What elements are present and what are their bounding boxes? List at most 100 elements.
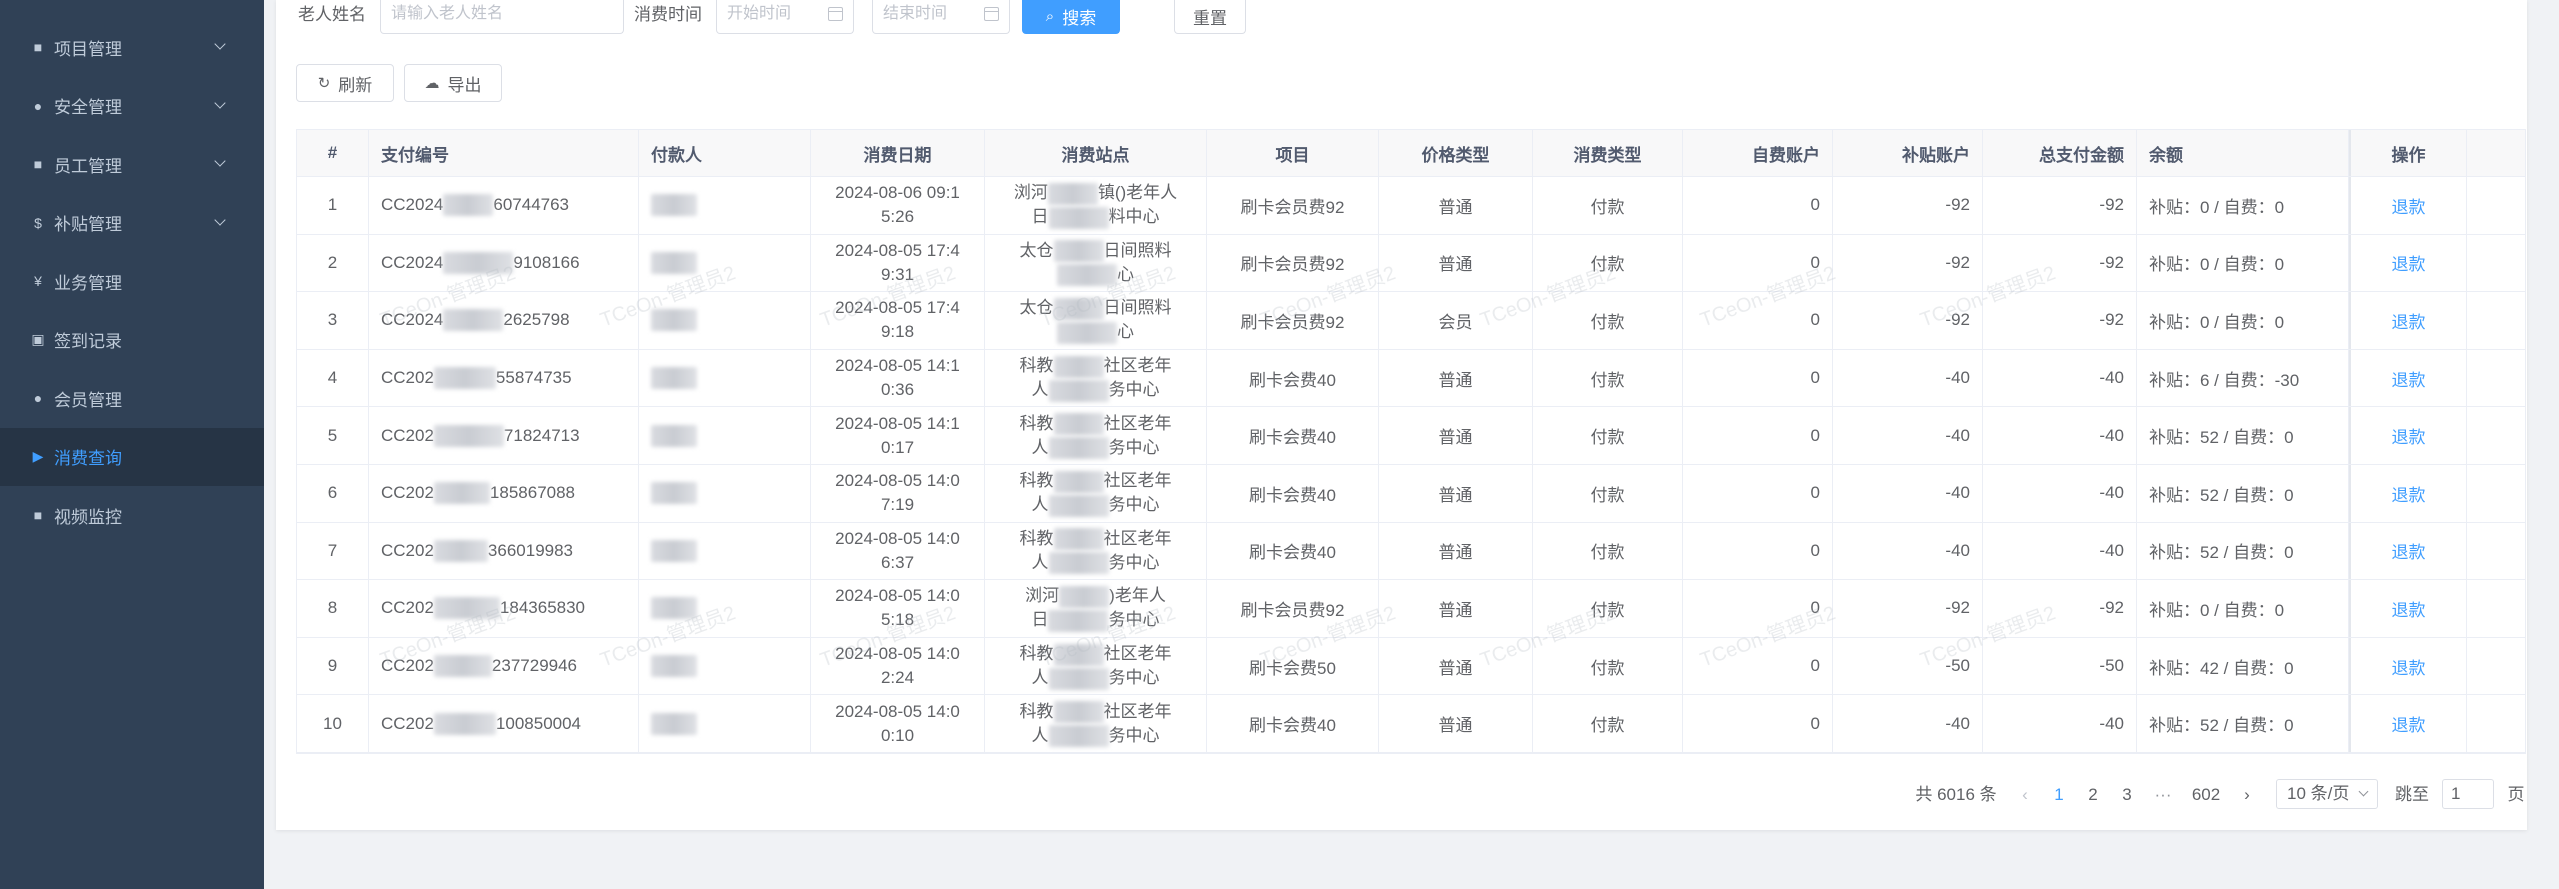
redacted-text — [1048, 609, 1109, 632]
redacted-text — [433, 482, 490, 505]
payer — [639, 695, 811, 752]
page-3[interactable]: 3 — [2112, 780, 2142, 810]
sidebar-item[interactable]: ▶ 消费查询 — [0, 427, 264, 486]
operation-cell: 退款 — [2349, 177, 2467, 234]
payment-id-suffix: 100850004 — [495, 713, 582, 733]
start-date-picker[interactable]: 开始时间 — [716, 0, 854, 34]
consume-site: 太仓 日间照料心 — [985, 292, 1207, 349]
refund-link[interactable]: 退款 — [2392, 596, 2426, 621]
page-last[interactable]: 602 — [2186, 780, 2226, 810]
column-header: 补贴账户 — [1833, 130, 1983, 176]
main-panel: 老人姓名 消费时间 开始时间 结束时间 ⌕ 搜索 重置 ↻ 刷新 ☁ 导出 #支… — [276, 0, 2527, 830]
sidebar-item[interactable]: ¥ 业务管理 — [0, 252, 264, 310]
sidebar-item[interactable]: ● 会员管理 — [0, 369, 264, 427]
price-type: 普通 — [1379, 349, 1533, 407]
pagination-total: 共 6016 条 — [1915, 785, 1997, 804]
balance: 补贴：0 / 自费：0 — [2137, 292, 2349, 349]
site-line-1: 科教 社区老年 — [1020, 700, 1172, 724]
date-line-1: 2024-08-05 17:4 — [835, 240, 960, 260]
refund-link[interactable]: 退款 — [2392, 193, 2426, 218]
page-size-select[interactable]: 10 条/页 — [2276, 779, 2378, 809]
redacted-text — [651, 482, 697, 505]
site-part: 科教 — [1019, 471, 1054, 491]
site-part: 人 — [1031, 725, 1049, 745]
sidebar-item[interactable]: ▣ 签到记录 — [0, 311, 264, 369]
item-name: 刷卡会费50 — [1207, 637, 1379, 695]
total-amount: -92 — [1983, 177, 2137, 234]
redacted-text — [651, 251, 697, 274]
redacted-text — [1048, 725, 1109, 748]
site-part: 务中心 — [1108, 495, 1160, 515]
date-line-2: 0:17 — [880, 437, 915, 457]
site-part: 心 — [1117, 264, 1134, 284]
elder-name-input[interactable] — [391, 0, 623, 28]
payer — [639, 234, 811, 292]
consume-type: 付款 — [1533, 637, 1683, 695]
row-index: 10 — [297, 695, 369, 752]
refresh-icon: ↻ — [317, 75, 331, 92]
sidebar-item[interactable]: ● 安全管理 — [0, 77, 264, 135]
refund-link[interactable]: 退款 — [2392, 711, 2426, 736]
sidebar-item-label: 视频监控 — [54, 507, 122, 527]
redacted-text — [1048, 494, 1109, 517]
total-amount: -92 — [1983, 234, 2137, 292]
date-line-2: 5:26 — [880, 207, 915, 227]
refund-link[interactable]: 退款 — [2392, 481, 2426, 506]
refund-link[interactable]: 退款 — [2392, 250, 2426, 275]
next-page-icon[interactable]: › — [2232, 780, 2262, 810]
date-line-2: 9:18 — [880, 322, 915, 342]
end-date-picker[interactable]: 结束时间 — [872, 0, 1010, 34]
document-icon: ■ — [33, 156, 43, 172]
consume-date: 2024-08-05 14:0 2:24 — [811, 637, 985, 695]
refund-link[interactable]: 退款 — [2392, 654, 2426, 679]
sidebar-item[interactable]: ■ 员工管理 — [0, 135, 264, 193]
export-button[interactable]: ☁ 导出 — [404, 64, 502, 102]
search-button[interactable]: ⌕ 搜索 — [1022, 0, 1120, 34]
elder-name-input-wrapper[interactable] — [380, 0, 624, 34]
site-line-2: 人 务中心 — [1020, 378, 1172, 402]
payment-id-prefix: CC202 — [381, 713, 434, 733]
subsidy-account: -92 — [1833, 177, 1983, 234]
redacted-text — [433, 424, 504, 447]
self-account: 0 — [1683, 580, 1833, 637]
sidebar-item[interactable]: ■ 视频监控 — [0, 486, 264, 544]
column-header: 操作 — [2349, 130, 2467, 176]
sidebar-item-label: 会员管理 — [54, 390, 122, 410]
row-index: 9 — [297, 637, 369, 695]
sidebar-item[interactable]: $ 补贴管理 — [0, 194, 264, 252]
refund-link[interactable]: 退款 — [2392, 366, 2426, 391]
site-part: 日间照料 — [1103, 298, 1172, 318]
reset-button[interactable]: 重置 — [1174, 0, 1246, 34]
date-line-1: 2024-08-05 14:1 — [835, 413, 960, 433]
site-part: 太仓 — [1019, 298, 1054, 318]
row-index: 4 — [297, 349, 369, 407]
site-line-2: 人 务中心 — [1020, 666, 1172, 690]
sidebar-item-label: 业务管理 — [54, 273, 122, 293]
refund-link[interactable]: 退款 — [2392, 538, 2426, 563]
self-account: 0 — [1683, 292, 1833, 349]
table-row: 8 CC202 184365830 2024-08-05 14:0 5:18 浏河)老年人… — [297, 580, 2525, 638]
sidebar-item-label: 员工管理 — [54, 156, 122, 176]
payment-id: CC2024 2625798 — [369, 292, 639, 349]
page-1[interactable]: 1 — [2044, 780, 2074, 810]
operation-cell: 退款 — [2349, 580, 2467, 637]
balance: 补贴：6 / 自费：-30 — [2137, 349, 2349, 407]
redacted-text — [443, 309, 504, 332]
balance: 补贴：42 / 自费：0 — [2137, 637, 2349, 695]
refresh-button[interactable]: ↻ 刷新 — [296, 64, 394, 102]
site-part: 社区老年 — [1103, 528, 1172, 548]
column-header: 自费账户 — [1683, 130, 1833, 176]
jump-page-input[interactable]: 1 — [2442, 779, 2494, 809]
refund-link[interactable]: 退款 — [2392, 423, 2426, 448]
page-2[interactable]: 2 — [2078, 780, 2108, 810]
payer — [639, 637, 811, 695]
operation-cell: 退款 — [2349, 407, 2467, 464]
prev-page-icon[interactable]: ‹ — [2010, 780, 2040, 810]
payment-id-suffix: 2625798 — [503, 310, 570, 330]
self-account: 0 — [1683, 464, 1833, 522]
refund-link[interactable]: 退款 — [2392, 308, 2426, 333]
page-ellipsis[interactable]: ··· — [2148, 780, 2178, 810]
site-part: 社区老年 — [1103, 471, 1172, 491]
consume-site: 浏河 镇()老年人日 料中心 — [985, 177, 1207, 234]
sidebar-item[interactable]: ■ 项目管理 — [0, 18, 264, 76]
